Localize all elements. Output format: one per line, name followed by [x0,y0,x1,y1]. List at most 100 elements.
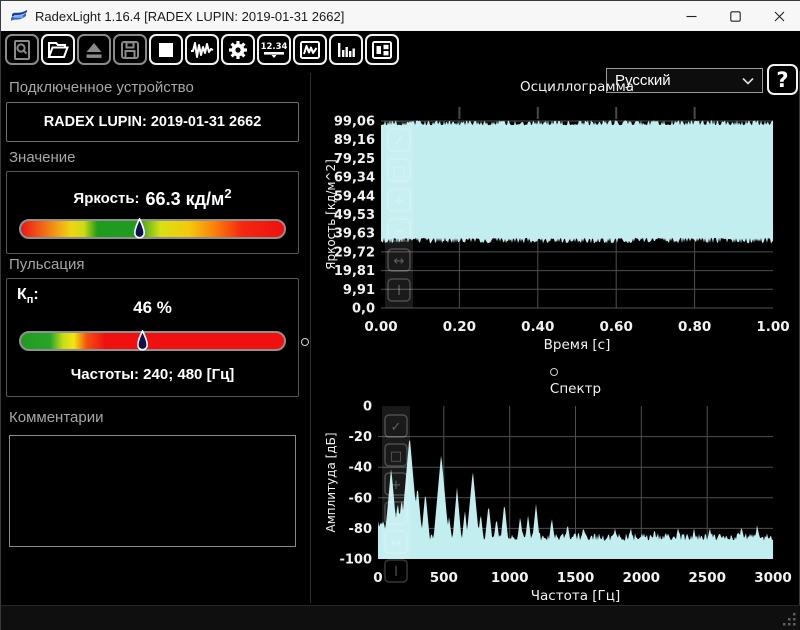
device-name: RADEX LUPIN: 2019-01-31 2662 [44,114,262,130]
spectrum-chart: 0-20-40-60-80-10005001000150020002500300… [321,379,799,605]
waveform-icon [189,38,215,62]
settings-button[interactable] [221,34,255,65]
svg-text:0.40: 0.40 [521,319,554,335]
panels-icon [370,38,394,62]
minimize-button[interactable] [669,1,713,31]
svg-text:99,06: 99,06 [334,115,375,130]
comments-section-header: Комментарии [9,409,103,426]
svg-text:12.34: 12.34 [261,42,287,52]
spectrum-view-button[interactable] [329,34,363,65]
digital-meter-icon: 12.34 [261,38,287,62]
oscillogram-view-button[interactable] [293,34,327,65]
svg-text:0.00: 0.00 [364,319,397,335]
connected-device-button[interactable]: RADEX LUPIN: 2019-01-31 2662 [6,102,299,142]
titlebar[interactable]: RadexLight 1.16.4 [RADEX LUPIN: 2019-01-… [1,1,800,31]
resize-grip[interactable] [782,612,797,627]
svg-text:39,63: 39,63 [334,227,375,242]
comments-input[interactable] [9,435,296,547]
value-section-header: Значение [9,149,76,166]
svg-text:0: 0 [373,570,382,586]
svg-text:49,53: 49,53 [334,208,375,223]
main-toolbar: 12.34 Русский ? [1,31,800,71]
close-button[interactable] [757,1,800,31]
pulsation-scale [19,331,286,351]
svg-text:9,91: 9,91 [343,283,375,298]
svg-text:-80: -80 [349,522,373,537]
svg-text:19,81: 19,81 [334,264,375,279]
vertical-splitter[interactable] [310,73,311,603]
svg-text:+: + [394,194,405,209]
svg-text:89,16: 89,16 [334,133,375,148]
svg-text:500: 500 [430,570,458,586]
brightness-value: 66.3 кд/м2 [146,186,232,210]
gear-icon [226,38,250,62]
pulsation-marker-icon [136,330,149,353]
open-file-button[interactable] [41,34,75,65]
svg-text:+: + [391,478,402,493]
svg-text:1000: 1000 [491,570,529,586]
stop-button[interactable] [149,34,183,65]
brightness-panel: Яркость: 66.3 кд/м2 [6,171,299,254]
close-icon [774,11,785,22]
magnifier-document-icon [10,38,34,62]
eject-device-button[interactable] [77,34,111,65]
svg-text:0: 0 [363,400,372,415]
window-title: RadexLight 1.16.4 [RADEX LUPIN: 2019-01-… [35,9,344,24]
layout-panels-button[interactable] [365,34,399,65]
svg-text:1500: 1500 [557,570,595,586]
floppy-disk-icon [118,38,142,62]
report-button[interactable] [5,34,39,65]
maximize-button[interactable] [713,1,757,31]
pulsation-panel: Кп: 46 % Частоты: 240; 480 [Гц] [6,278,299,397]
digital-readout-button[interactable]: 12.34 [257,34,291,65]
open-folder-icon [46,38,70,62]
svg-text:□: □ [393,164,405,179]
pulsation-section-header: Пульсация [9,256,84,273]
svg-text:-60: -60 [349,491,373,506]
measurement-button[interactable] [185,34,219,65]
svg-text:Ⅰ: Ⅰ [394,565,398,580]
svg-text:Спектр: Спектр [550,381,601,397]
svg-text:↔: ↔ [394,254,405,269]
svg-text:Амплитуда [дБ]: Амплитуда [дБ] [324,432,338,532]
line-chart-icon [298,38,322,62]
svg-text:−: − [391,507,402,522]
svg-text:-40: -40 [349,461,373,476]
save-file-button[interactable] [113,34,147,65]
brightness-label: Яркость: [73,190,139,207]
svg-text:-20: -20 [349,430,373,445]
svg-text:Осциллограмма: Осциллограмма [520,79,634,95]
svg-text:59,44: 59,44 [334,189,375,204]
pulsation-coef-value: 46 % [7,298,298,318]
svg-text:79,25: 79,25 [334,152,375,167]
svg-text:Яркость [кд/м^2]: Яркость [кд/м^2] [324,159,338,270]
svg-text:1.00: 1.00 [756,319,789,335]
svg-text:2000: 2000 [623,570,661,586]
brightness-scale [19,219,286,239]
stop-square-icon [154,38,178,62]
svg-text:Ⅰ: Ⅰ [397,284,401,299]
svg-text:✓: ✓ [391,420,402,435]
oscillogram-chart: 99,06 89,16 79,25 69,34 59,44 49,53 39,63 29,72… [321,75,799,375]
svg-text:3000: 3000 [754,570,792,586]
eject-icon [82,38,106,62]
brightness-marker-icon [133,218,146,241]
vertical-splitter-handle[interactable] [301,338,309,346]
svg-text:69,34: 69,34 [334,171,375,186]
svg-text:-100: -100 [339,553,372,568]
svg-text:0.20: 0.20 [443,319,476,335]
status-bar [1,605,800,630]
svg-text:0.60: 0.60 [600,319,633,335]
svg-text:0.80: 0.80 [678,319,711,335]
svg-text:0,0: 0,0 [352,302,375,317]
pulsation-frequencies: Частоты: 240; 480 [Гц] [7,366,298,383]
svg-text:Частота [Гц]: Частота [Гц] [531,588,620,604]
minimize-icon [686,11,697,22]
svg-text:29,72: 29,72 [334,245,375,260]
svg-text:□: □ [390,449,402,464]
app-logo-icon [10,9,28,24]
svg-text:Время [с]: Время [с] [544,337,611,353]
device-section-header: Подключенное устройство [9,79,194,96]
svg-text:✓: ✓ [394,134,405,149]
svg-text:−: − [394,224,405,239]
